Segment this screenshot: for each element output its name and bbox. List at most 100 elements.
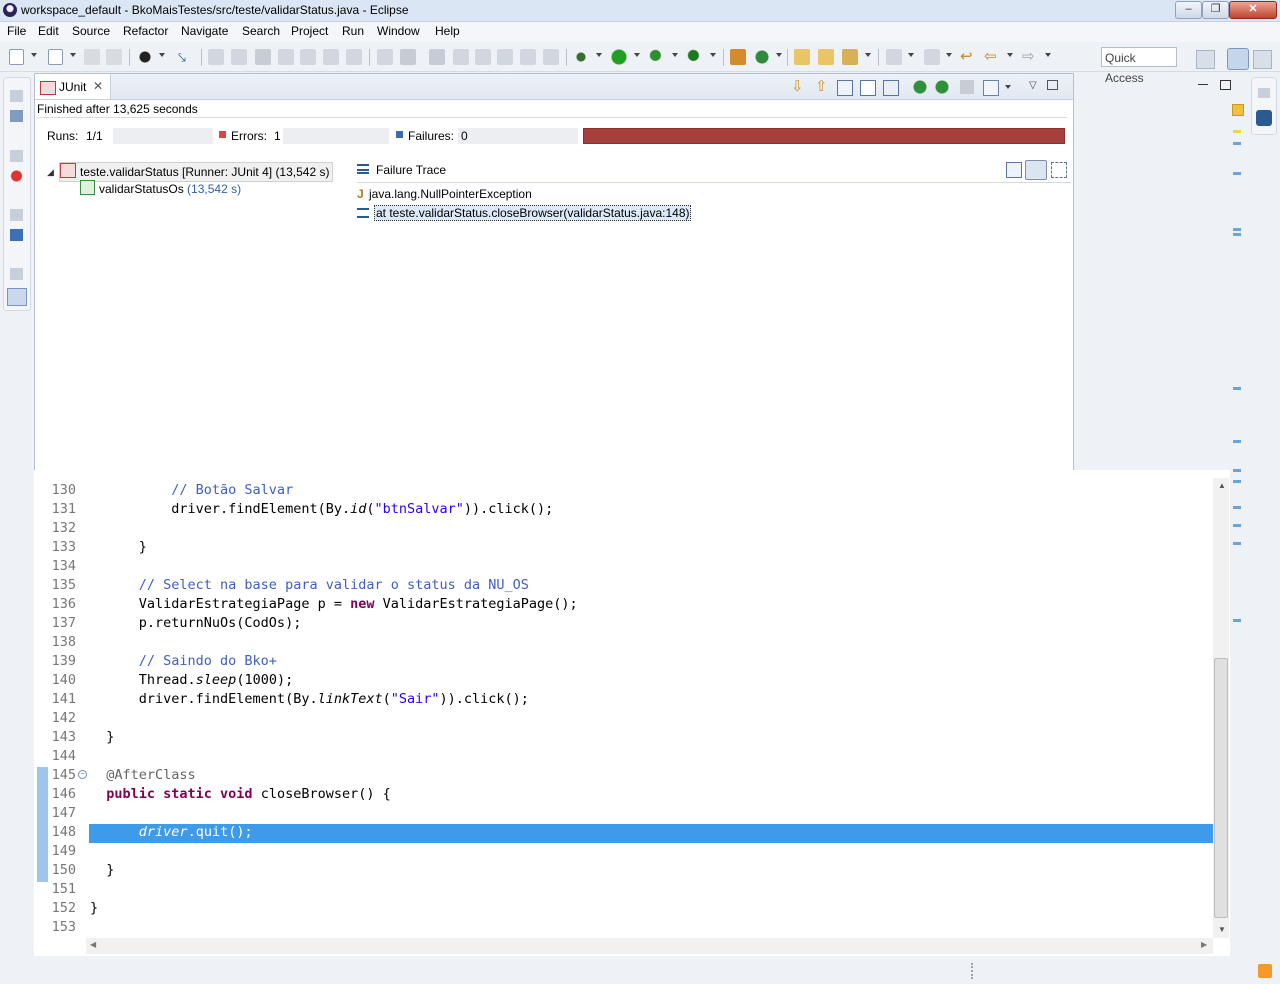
filter-stack-trace-icon[interactable]	[1025, 160, 1047, 180]
close-button[interactable]: ✕	[1229, 1, 1277, 19]
back-icon[interactable]: ⇦	[984, 49, 1000, 65]
new-class-dropdown-icon[interactable]	[776, 53, 782, 57]
restore-icon[interactable]	[10, 90, 23, 102]
overview-marker[interactable]	[1233, 142, 1241, 145]
mark-occurrences-icon[interactable]	[475, 49, 491, 65]
collapse-icon[interactable]: ◢	[47, 167, 54, 178]
menu-refactor[interactable]: Refactor	[123, 24, 168, 38]
search-icon[interactable]	[842, 49, 858, 65]
overview-marker[interactable]	[1233, 524, 1241, 527]
skip-breakpoints-icon[interactable]: ⤥	[178, 49, 194, 65]
forward-dropdown-icon[interactable]	[1045, 53, 1051, 57]
junit-icon[interactable]	[7, 288, 27, 306]
overview-marker[interactable]	[1233, 480, 1241, 483]
history-dropdown-icon[interactable]	[1005, 85, 1011, 89]
last-edit-location-icon[interactable]: ↩	[960, 49, 976, 65]
menu-window[interactable]: Window	[377, 24, 420, 38]
rerun-test-icon[interactable]	[913, 80, 927, 94]
new-icon[interactable]	[9, 49, 24, 65]
search-dropdown-icon[interactable]	[865, 53, 871, 57]
overview-marker[interactable]	[1233, 469, 1241, 472]
new-project-dropdown-icon[interactable]	[70, 53, 76, 57]
next-failure-icon[interactable]: ⇩	[791, 79, 805, 94]
overview-marker[interactable]	[1233, 172, 1241, 175]
publish-dropdown-icon[interactable]	[159, 53, 165, 57]
run-icon[interactable]	[611, 49, 627, 65]
disconnect-icon[interactable]	[278, 49, 294, 65]
next-annotation-dropdown-icon[interactable]	[908, 53, 914, 57]
restore-icon[interactable]	[1258, 88, 1270, 98]
console-icon[interactable]	[10, 229, 23, 241]
terminate-icon[interactable]	[255, 49, 271, 65]
previous-failure-icon[interactable]: ⇧	[815, 79, 829, 94]
new-dropdown-icon[interactable]	[31, 53, 37, 57]
overview-marker[interactable]	[1233, 542, 1241, 545]
debug-dropdown-icon[interactable]	[596, 53, 602, 57]
java-editor[interactable]	[34, 470, 1230, 956]
use-step-filters-icon[interactable]	[400, 49, 416, 65]
drop-to-frame-icon[interactable]	[377, 49, 393, 65]
open-task-icon[interactable]	[818, 49, 834, 65]
package-explorer-icon[interactable]	[10, 110, 23, 122]
compare-result-icon[interactable]	[1006, 162, 1022, 178]
word-wrap-icon[interactable]	[520, 49, 536, 65]
menu-run[interactable]: Run	[342, 24, 364, 38]
run-dropdown-icon[interactable]	[634, 53, 640, 57]
show-whitespace-icon[interactable]	[543, 49, 559, 65]
test-run-history-icon[interactable]	[983, 80, 999, 96]
problems-icon[interactable]	[10, 170, 23, 182]
minimize-editor-icon[interactable]	[1198, 84, 1208, 85]
overview-marker[interactable]	[1233, 228, 1241, 231]
new-project-icon[interactable]	[48, 49, 63, 65]
maximize-view-icon[interactable]	[1047, 80, 1058, 90]
restore-icon[interactable]	[10, 209, 23, 221]
previous-annotation-icon[interactable]	[924, 49, 940, 65]
overview-marker[interactable]	[1233, 619, 1241, 622]
coverage-dropdown-icon[interactable]	[672, 53, 678, 57]
pin-icon[interactable]	[453, 49, 469, 65]
minimize-button[interactable]: ‒	[1175, 1, 1202, 19]
external-tools-icon[interactable]	[687, 49, 703, 65]
next-annotation-icon[interactable]	[886, 49, 902, 65]
debug-perspective-icon[interactable]	[1253, 50, 1272, 69]
overview-marker[interactable]	[1233, 440, 1241, 443]
toggle-breakpoint-icon[interactable]	[429, 49, 445, 65]
menu-source[interactable]: Source	[72, 24, 110, 38]
step-into-icon[interactable]	[300, 49, 316, 65]
open-perspective-icon[interactable]	[1196, 50, 1215, 69]
new-java-class-icon[interactable]	[754, 49, 770, 65]
close-tab-icon[interactable]: ✕	[93, 79, 103, 93]
vertical-scroll-thumb[interactable]	[1214, 658, 1228, 918]
external-tools-dropdown-icon[interactable]	[710, 53, 716, 57]
menu-help[interactable]: Help	[435, 24, 460, 38]
quick-access-input[interactable]: Quick Access	[1101, 47, 1177, 85]
step-over-icon[interactable]	[323, 49, 339, 65]
scroll-right-icon[interactable]: ▶	[1201, 940, 1207, 949]
resume-icon[interactable]	[208, 49, 224, 65]
menu-navigate[interactable]: Navigate	[181, 24, 228, 38]
debug-icon[interactable]	[573, 49, 589, 65]
suspend-icon[interactable]	[231, 49, 247, 65]
block-selection-icon[interactable]	[497, 49, 513, 65]
view-menu-icon[interactable]: ▽	[1029, 80, 1037, 91]
restore-icon[interactable]	[10, 268, 23, 280]
publish-icon[interactable]	[137, 49, 153, 65]
scroll-lock-icon[interactable]	[860, 80, 876, 96]
test-suite-node[interactable]: teste.validarStatus [Runner: JUnit 4] (1…	[59, 162, 334, 182]
menu-file[interactable]: File	[7, 24, 26, 38]
stop-run-icon[interactable]	[960, 80, 974, 94]
coverage-icon[interactable]	[649, 49, 665, 65]
horizontal-scrollbar[interactable]	[86, 938, 1213, 954]
maximize-button[interactable]: ❐	[1202, 1, 1229, 19]
outline-icon[interactable]	[1256, 110, 1272, 126]
back-dropdown-icon[interactable]	[1007, 53, 1013, 57]
save-icon[interactable]	[84, 49, 100, 65]
scroll-down-icon[interactable]: ▼	[1218, 925, 1226, 934]
step-return-icon[interactable]	[346, 49, 362, 65]
new-java-package-icon[interactable]	[730, 49, 746, 65]
menu-search[interactable]: Search	[242, 24, 280, 38]
previous-annotation-dropdown-icon[interactable]	[946, 53, 952, 57]
tab-junit[interactable]: JUnit ✕	[35, 74, 111, 99]
rerun-failed-first-icon[interactable]	[935, 80, 949, 94]
trace-line[interactable]: Jjava.lang.NullPointerException	[357, 185, 532, 203]
